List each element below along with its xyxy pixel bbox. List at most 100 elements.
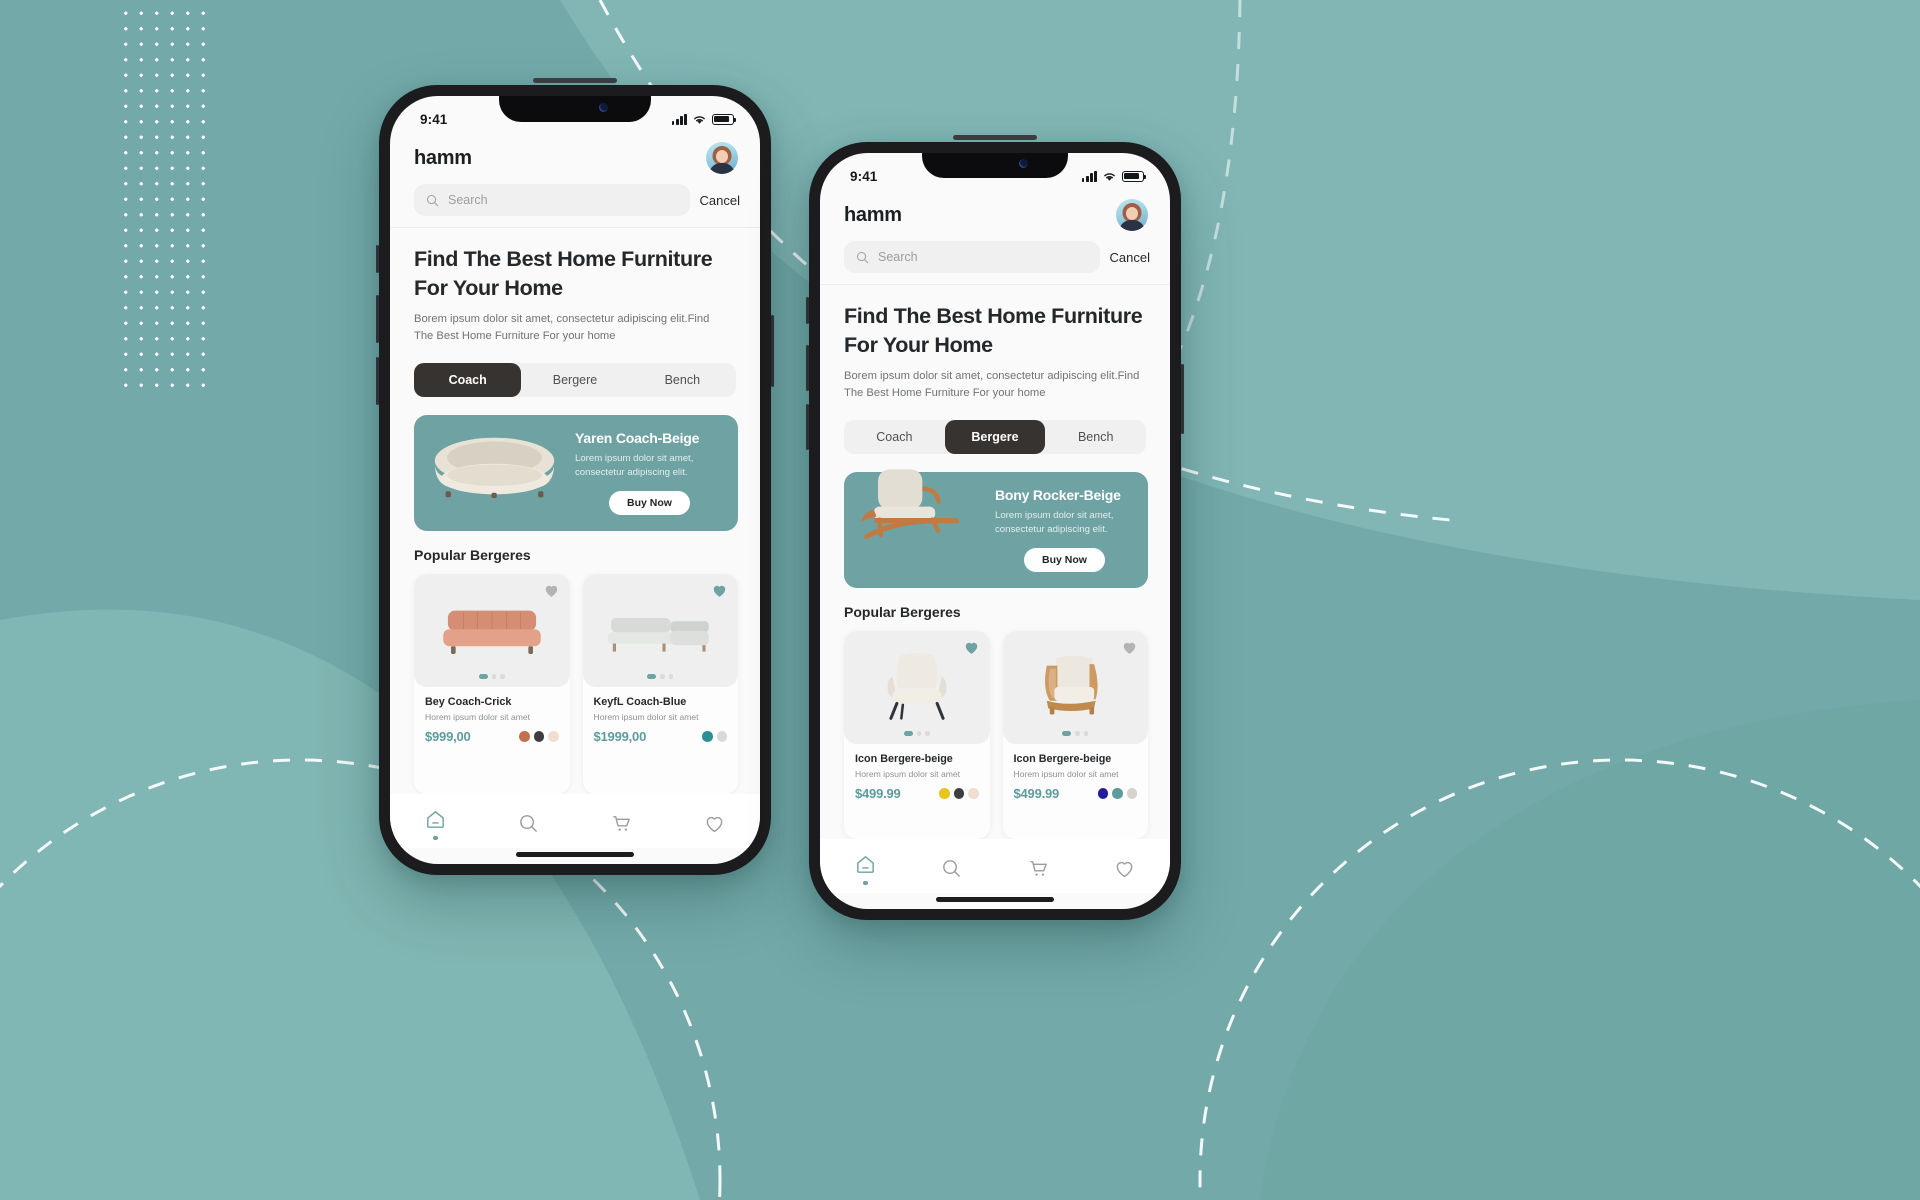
carousel-dots[interactable] <box>1062 731 1089 736</box>
product-card[interactable]: Icon Bergere-beige Horem ipsum dolor sit… <box>844 630 990 839</box>
promo-product-name: Bony Rocker-Beige <box>995 487 1121 504</box>
carousel-dots[interactable] <box>478 674 505 679</box>
grey-sectional-sofa-illustration <box>608 618 710 652</box>
phone-mockup-bergere: 9:41 hamm Search Cancel Find The Best Ho… <box>806 135 1184 920</box>
nav-item-home[interactable] <box>424 808 447 840</box>
product-card[interactable]: Icon Bergere-beige Horem ipsum dolor sit… <box>1002 630 1148 839</box>
heart-icon[interactable] <box>1121 639 1138 656</box>
promo-product-description: Lorem ipsum dolor sit amet, consectetur … <box>995 510 1114 536</box>
nav-item-cart[interactable] <box>610 812 633 835</box>
tab-bench[interactable]: Bench <box>1045 420 1146 454</box>
promo-product-description: Lorem ipsum dolor sit amet, consectetur … <box>575 453 694 479</box>
avatar[interactable] <box>706 142 738 174</box>
color-swatches[interactable] <box>702 731 727 742</box>
search-cancel-button[interactable]: Cancel <box>700 193 740 208</box>
tab-coach[interactable]: Coach <box>414 362 522 397</box>
color-swatches[interactable] <box>519 731 559 742</box>
promo-card[interactable]: Bony Rocker-Beige Lorem ipsum dolor sit … <box>844 469 1148 588</box>
search-row: Search Cancel <box>820 241 1170 285</box>
section-title-popular-bergeres: Popular Bergeres <box>414 546 531 563</box>
heart-icon[interactable] <box>963 639 980 656</box>
promo-product-name: Yaren Coach-Beige <box>575 430 700 447</box>
nav-item-cart[interactable] <box>1027 857 1050 880</box>
heart-icon[interactable] <box>711 582 728 599</box>
product-name: Icon Bergere-beige <box>855 752 953 765</box>
search-icon <box>520 815 537 833</box>
battery-icon <box>712 113 737 125</box>
status-bar: 9:41 <box>390 96 760 136</box>
product-card[interactable]: KeyfL Coach-Blue Horem ipsum dolor sit a… <box>582 573 738 794</box>
carousel-dots[interactable] <box>903 731 930 736</box>
avatar[interactable] <box>1116 199 1148 231</box>
bottom-navigation <box>390 793 760 848</box>
page-title: Find The Best Home Furniture For Your Ho… <box>414 247 713 300</box>
nav-item-search[interactable] <box>940 857 963 880</box>
home-indicator <box>936 897 1054 902</box>
product-description: Horem ipsum dolor sit amet <box>425 711 531 722</box>
product-price: $499.99 <box>1013 785 1060 801</box>
tab-bergere[interactable]: Bergere <box>521 363 628 397</box>
battery-icon <box>1122 170 1147 182</box>
home-icon <box>427 810 444 828</box>
terracotta-sofa-illustration <box>443 610 541 655</box>
wifi-icon <box>694 115 705 124</box>
color-swatches[interactable] <box>1097 788 1137 799</box>
search-input[interactable]: Search <box>414 184 690 216</box>
product-description: Horem ipsum dolor sit amet <box>855 768 961 779</box>
section-title-popular-bergeres: Popular Bergeres <box>844 603 961 620</box>
cellular-signal-icon <box>671 113 687 125</box>
color-swatches[interactable] <box>939 788 979 799</box>
promo-card[interactable]: Yaren Coach-Beige Lorem ipsum dolor sit … <box>414 414 738 531</box>
tab-coach[interactable]: Coach <box>844 420 945 454</box>
app-header: hamm <box>390 136 760 184</box>
buy-now-button[interactable]: Buy Now <box>609 491 690 516</box>
nav-item-search[interactable] <box>517 812 540 835</box>
rattan-armchair-illustration <box>1045 655 1098 715</box>
tab-bergere[interactable]: Bergere <box>944 419 1046 454</box>
product-price: $999,00 <box>425 728 471 744</box>
category-tabs: Coach Bergere Bench <box>414 362 736 397</box>
product-description: Horem ipsum dolor sit amet <box>593 711 699 722</box>
promo-product-image <box>848 469 991 576</box>
volume-down-button <box>806 404 809 450</box>
promo-product-image <box>418 427 571 519</box>
page-title: Find The Best Home Furniture For Your Ho… <box>844 304 1143 357</box>
volume-up-button <box>806 345 809 391</box>
search-icon <box>943 860 961 878</box>
search-row: Search Cancel <box>390 184 760 228</box>
phone-speaker <box>533 78 617 83</box>
heart-icon[interactable] <box>543 582 560 599</box>
status-time: 9:41 <box>850 168 878 184</box>
nav-item-favorites[interactable] <box>703 812 726 835</box>
cart-icon <box>613 816 630 832</box>
search-icon <box>426 194 439 206</box>
product-grid: Icon Bergere-beige Horem ipsum dolor sit… <box>844 630 1148 839</box>
status-bar: 9:41 <box>820 153 1170 193</box>
hero-copy: Find The Best Home Furniture For Your Ho… <box>390 228 760 345</box>
product-name: KeyfL Coach-Blue <box>593 695 687 708</box>
nav-item-home[interactable] <box>854 853 877 885</box>
home-icon <box>857 855 874 873</box>
home-indicator <box>516 852 634 857</box>
phone-speaker <box>953 135 1037 140</box>
product-name: Bey Coach-Crick <box>425 695 512 708</box>
search-icon <box>856 251 869 263</box>
product-card[interactable]: Bey Coach-Crick Horem ipsum dolor sit am… <box>414 573 570 794</box>
heart-outline-icon <box>1116 862 1133 878</box>
mute-switch <box>806 297 809 324</box>
mute-switch <box>376 245 379 273</box>
nav-item-favorites[interactable] <box>1113 857 1136 880</box>
product-grid: Bey Coach-Crick Horem ipsum dolor sit am… <box>414 573 738 794</box>
product-thumbnail <box>844 630 990 744</box>
app-screen-bergere: 9:41 hamm Search Cancel Find The Best Ho… <box>820 153 1170 909</box>
buy-now-button[interactable]: Buy Now <box>1024 548 1105 573</box>
search-cancel-button[interactable]: Cancel <box>1110 250 1150 265</box>
search-input[interactable]: Search <box>844 241 1100 273</box>
search-placeholder: Search <box>878 250 918 264</box>
carousel-dots[interactable] <box>647 674 674 679</box>
tab-bench[interactable]: Bench <box>629 363 736 397</box>
power-button <box>1181 364 1184 434</box>
category-tabs: Coach Bergere Bench <box>844 419 1146 454</box>
power-button <box>771 315 774 387</box>
product-price: $499.99 <box>855 785 901 801</box>
